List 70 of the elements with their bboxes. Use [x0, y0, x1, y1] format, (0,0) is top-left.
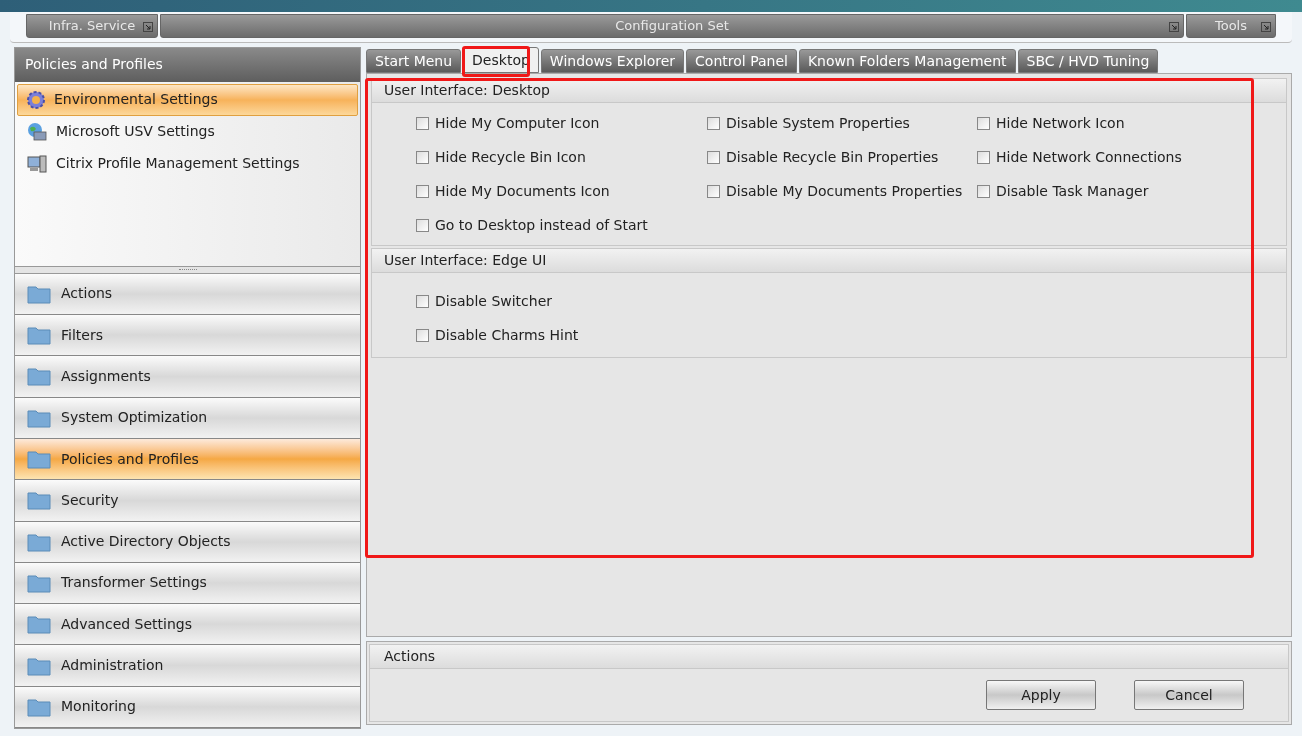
- option-checkbox[interactable]: Hide Recycle Bin Icon: [416, 147, 707, 167]
- nav-item[interactable]: Actions: [15, 273, 360, 316]
- checkbox[interactable]: [416, 294, 429, 308]
- tab[interactable]: Windows Explorer: [540, 49, 685, 73]
- folder-icon: [27, 490, 51, 511]
- nav-item[interactable]: Filters: [15, 315, 360, 357]
- checkbox[interactable]: [707, 150, 720, 164]
- splitter-handle[interactable]: [15, 265, 360, 274]
- option-checkbox[interactable]: Disable System Properties: [707, 113, 977, 133]
- checkbox[interactable]: [707, 184, 720, 198]
- checkbox[interactable]: [416, 150, 429, 164]
- nav-item[interactable]: Policies and Profiles: [15, 438, 360, 481]
- checkbox[interactable]: [977, 150, 990, 164]
- option-checkbox[interactable]: Hide Network Icon: [977, 113, 1286, 133]
- folder-icon: [27, 696, 51, 717]
- option-checkbox[interactable]: Go to Desktop instead of Start: [416, 215, 707, 235]
- checkbox[interactable]: [416, 328, 429, 342]
- expander-icon[interactable]: [143, 22, 153, 32]
- option-checkbox[interactable]: Disable Task Manager: [977, 181, 1286, 201]
- expander-icon[interactable]: [1261, 22, 1271, 32]
- settings-item[interactable]: Citrix Profile Management Settings: [17, 147, 358, 180]
- section-header: Actions: [370, 645, 1288, 669]
- nav-item[interactable]: Administration: [15, 645, 360, 687]
- ribbon-tab-label: Infra. Service: [48, 17, 136, 36]
- tab[interactable]: Control Panel: [686, 49, 797, 73]
- action-button[interactable]: Cancel: [1134, 680, 1244, 710]
- checkbox[interactable]: [416, 184, 429, 198]
- option-checkbox[interactable]: Hide My Documents Icon: [416, 181, 707, 201]
- tab[interactable]: Start Menu: [366, 49, 462, 73]
- option-checkbox[interactable]: Disable My Documents Properties: [707, 181, 977, 201]
- folder-icon: [27, 531, 51, 552]
- checkbox[interactable]: [416, 116, 429, 130]
- computer-icon: [26, 153, 48, 174]
- checkbox[interactable]: [416, 218, 429, 232]
- tab[interactable]: SBC / HVD Tuning: [1017, 49, 1159, 73]
- expander-icon[interactable]: [1169, 22, 1179, 32]
- section-header: User Interface: Edge UI: [372, 249, 1286, 273]
- tab[interactable]: Known Folders Management: [798, 49, 1016, 73]
- folder-icon: [27, 449, 51, 470]
- nav-item[interactable]: Assignments: [15, 356, 360, 398]
- nav-item[interactable]: Monitoring: [15, 686, 360, 728]
- section-header: User Interface: Desktop: [372, 79, 1286, 103]
- nav-item[interactable]: Transformer Settings: [15, 562, 360, 605]
- nav-item[interactable]: Active Directory Objects: [15, 521, 360, 563]
- option-checkbox[interactable]: Disable Switcher: [416, 291, 1286, 311]
- folder-icon: [27, 366, 51, 387]
- option-checkbox[interactable]: Disable Charms Hint: [416, 325, 1286, 345]
- option-checkbox[interactable]: Hide My Computer Icon: [416, 113, 707, 133]
- nav-item[interactable]: Advanced Settings: [15, 604, 360, 646]
- nav-item[interactable]: Security: [15, 480, 360, 522]
- panel-header: Policies and Profiles: [15, 48, 360, 82]
- folder-icon: [27, 325, 51, 346]
- folder-icon: [27, 655, 51, 676]
- option-checkbox[interactable]: Hide Network Connections: [977, 147, 1286, 167]
- folder-icon: [27, 572, 51, 593]
- folder-icon: [27, 407, 51, 428]
- folder-icon: [27, 283, 51, 304]
- checkbox[interactable]: [977, 116, 990, 130]
- globe-icon: [26, 121, 48, 142]
- ribbon-tab-label: Configuration Set: [615, 17, 729, 36]
- folder-icon: [27, 614, 51, 635]
- checkbox[interactable]: [977, 184, 990, 198]
- settings-item[interactable]: Environmental Settings: [17, 83, 358, 116]
- option-checkbox[interactable]: Disable Recycle Bin Properties: [707, 147, 977, 167]
- nav-item[interactable]: System Optimization: [15, 397, 360, 439]
- action-button[interactable]: Apply: [986, 680, 1096, 710]
- ribbon-tab-label: Tools: [1215, 17, 1247, 36]
- gear-icon: [26, 89, 46, 110]
- checkbox[interactable]: [707, 116, 720, 130]
- settings-item[interactable]: Microsoft USV Settings: [17, 115, 358, 148]
